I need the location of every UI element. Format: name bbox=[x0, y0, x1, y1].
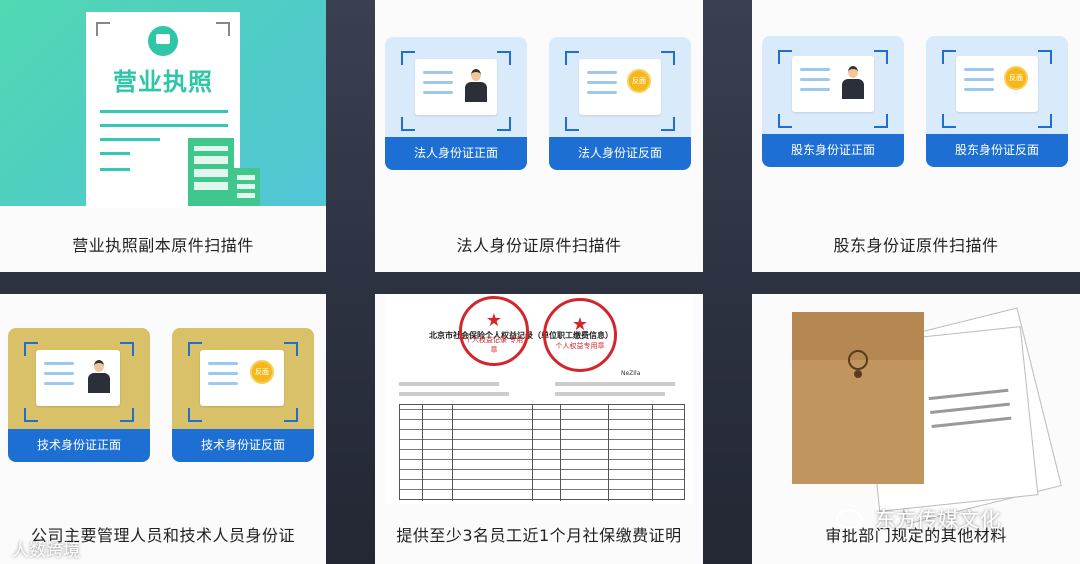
watermark-left: 人数跨境 bbox=[12, 541, 80, 561]
tile-label: 法人身份证反面 bbox=[549, 137, 691, 170]
tile-label: 技术身份证反面 bbox=[172, 429, 314, 462]
stamp-left: 个人权益记录 专用章 ★ bbox=[459, 296, 529, 366]
wechat-icon bbox=[836, 509, 862, 529]
license-title: 营业执照 bbox=[113, 68, 213, 96]
id-front-tile[interactable]: 技术身份证正面 bbox=[8, 328, 150, 462]
stamp-right: 个人权益专用章 ★ bbox=[543, 298, 617, 372]
insurance-table bbox=[399, 404, 685, 501]
person-icon bbox=[842, 66, 864, 102]
person-icon bbox=[88, 360, 110, 396]
tile-label: 法人身份证正面 bbox=[385, 137, 527, 170]
card-caption: 法人身份证原件扫描件 bbox=[456, 236, 622, 255]
card-caption: 营业执照副本原件扫描件 bbox=[72, 236, 254, 255]
building-icon bbox=[188, 138, 234, 206]
card-caption: 股东身份证原件扫描件 bbox=[833, 236, 999, 255]
id-back-tile[interactable]: 反面 法人身份证反面 bbox=[549, 37, 691, 170]
id-front-tile[interactable]: 法人身份证正面 bbox=[385, 37, 527, 170]
award-badge-icon: 反面 bbox=[627, 69, 651, 93]
nezila-label: NeZIla bbox=[621, 370, 641, 377]
tile-label: 股东身份证反面 bbox=[926, 134, 1068, 167]
card-legal-person-id[interactable]: 法人身份证正面 反面 法人身份证反面 法人身份证原件扫描件 bbox=[375, 0, 703, 272]
insurance-document: 北京市社会保险个人权益记录（单位职工缴费信息） 个人权益记录 专用章 ★ 个人权… bbox=[385, 294, 693, 504]
tile-label: 技术身份证正面 bbox=[8, 429, 150, 462]
tile-label: 股东身份证正面 bbox=[762, 134, 904, 167]
building-small-icon bbox=[232, 168, 260, 206]
emblem-icon bbox=[148, 26, 178, 56]
id-front-tile[interactable]: 股东身份证正面 bbox=[762, 36, 904, 167]
watermark-right: 东方传媒文化 bbox=[836, 504, 1001, 534]
person-icon bbox=[465, 69, 487, 105]
envelope-icon bbox=[792, 312, 924, 484]
award-badge-icon: 反面 bbox=[250, 360, 274, 384]
card-management-id[interactable]: 技术身份证正面 反面 技术身份证反面 公司主要管理人员和技术人员身份证 bbox=[0, 294, 326, 564]
award-badge-icon: 反面 bbox=[1004, 66, 1028, 90]
card-business-license[interactable]: 营业执照 营业执照副本原件扫描件 bbox=[0, 0, 326, 272]
card-social-insurance[interactable]: 北京市社会保险个人权益记录（单位职工缴费信息） 个人权益记录 专用章 ★ 个人权… bbox=[375, 294, 703, 564]
card-caption: 提供至少3名员工近1个月社保缴费证明 bbox=[396, 526, 682, 545]
license-illustration: 营业执照 bbox=[0, 0, 326, 208]
id-back-tile[interactable]: 反面 技术身份证反面 bbox=[172, 328, 314, 462]
id-back-tile[interactable]: 反面 股东身份证反面 bbox=[926, 36, 1068, 167]
card-shareholder-id[interactable]: 股东身份证正面 反面 股东身份证反面 股东身份证原件扫描件 bbox=[752, 0, 1080, 272]
